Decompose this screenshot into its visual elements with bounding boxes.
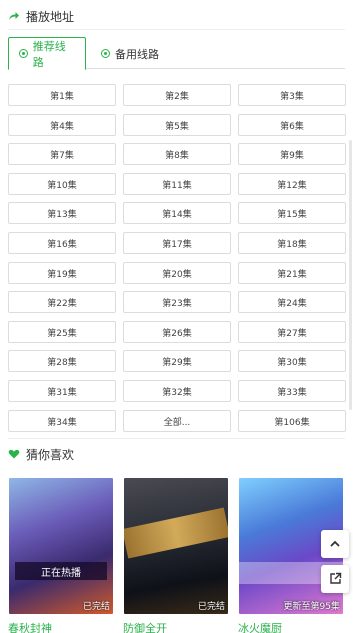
chevron-up-icon bbox=[329, 535, 341, 554]
episode-button[interactable]: 第31集 bbox=[8, 380, 116, 402]
status-badge: 已完结 bbox=[82, 602, 110, 612]
play-section-header: 播放地址 bbox=[8, 5, 74, 27]
divider bbox=[8, 438, 345, 439]
recommend-section-header: 猜你喜欢 bbox=[8, 443, 74, 465]
episode-button[interactable]: 第6集 bbox=[238, 114, 346, 136]
episode-button[interactable]: 第3集 bbox=[238, 84, 346, 106]
episode-button[interactable]: 第4集 bbox=[8, 114, 116, 136]
tab-label: 推荐线路 bbox=[32, 39, 66, 69]
scrollbar[interactable] bbox=[349, 140, 352, 410]
radio-icon bbox=[19, 49, 28, 58]
status-badge: 更新至第95集 bbox=[283, 602, 340, 612]
poster-image[interactable]: 正在热播 已完结 bbox=[9, 478, 113, 614]
episode-button[interactable]: 第26集 bbox=[123, 321, 231, 343]
recommend-title[interactable]: 春秋封神 bbox=[8, 620, 52, 633]
status-badge: 已完结 bbox=[197, 602, 225, 612]
episode-button[interactable]: 第12集 bbox=[238, 173, 346, 195]
recommend-title[interactable]: 防御全开 bbox=[123, 620, 167, 633]
poster-banner: 正在热播 bbox=[15, 562, 107, 580]
radio-icon bbox=[101, 49, 110, 58]
episode-button[interactable]: 第20集 bbox=[123, 262, 231, 284]
heart-icon bbox=[8, 448, 20, 460]
episode-button[interactable]: 第30集 bbox=[238, 350, 346, 372]
share-button[interactable] bbox=[321, 565, 349, 593]
recommend-card[interactable]: 正在热播 已完结 bbox=[9, 478, 113, 614]
tab-label: 备用线路 bbox=[115, 47, 159, 61]
episode-button[interactable]: 第1集 bbox=[8, 84, 116, 106]
poster-decoration bbox=[124, 507, 228, 559]
episode-button[interactable]: 第22集 bbox=[8, 291, 116, 313]
episode-button[interactable]: 第2集 bbox=[123, 84, 231, 106]
episode-button[interactable]: 第13集 bbox=[8, 202, 116, 224]
episode-button[interactable]: 第10集 bbox=[8, 173, 116, 195]
episode-button[interactable]: 第18集 bbox=[238, 232, 346, 254]
episode-button[interactable]: 第19集 bbox=[8, 262, 116, 284]
episode-button[interactable]: 第28集 bbox=[8, 350, 116, 372]
episode-button[interactable]: 第15集 bbox=[238, 202, 346, 224]
episode-button[interactable]: 第32集 bbox=[123, 380, 231, 402]
recommend-card[interactable]: 已完结 bbox=[124, 478, 228, 614]
tab-recommended-line[interactable]: 推荐线路 bbox=[8, 37, 86, 70]
episode-button[interactable]: 第29集 bbox=[123, 350, 231, 372]
episode-button[interactable]: 第14集 bbox=[123, 202, 231, 224]
episode-button[interactable]: 第11集 bbox=[123, 173, 231, 195]
scroll-top-button[interactable] bbox=[321, 530, 349, 558]
episode-button[interactable]: 第5集 bbox=[123, 114, 231, 136]
share-arrow-icon bbox=[8, 10, 20, 22]
episode-button[interactable]: 第33集 bbox=[238, 380, 346, 402]
share-icon bbox=[329, 570, 342, 589]
episode-button[interactable]: 第24集 bbox=[238, 291, 346, 313]
episode-button[interactable]: 第7集 bbox=[8, 143, 116, 165]
episode-button[interactable]: 第27集 bbox=[238, 321, 346, 343]
episode-button[interactable]: 第16集 bbox=[8, 232, 116, 254]
episode-button[interactable]: 全部... bbox=[123, 410, 231, 432]
poster-image[interactable]: 已完结 bbox=[124, 478, 228, 614]
episode-button[interactable]: 第34集 bbox=[8, 410, 116, 432]
episode-button[interactable]: 第106集 bbox=[238, 410, 346, 432]
episode-button[interactable]: 第8集 bbox=[123, 143, 231, 165]
episode-button[interactable]: 第17集 bbox=[123, 232, 231, 254]
divider bbox=[8, 29, 345, 30]
play-section-title: 播放地址 bbox=[26, 9, 75, 24]
recommend-title[interactable]: 冰火魔厨 bbox=[238, 620, 282, 633]
episode-button[interactable]: 第25集 bbox=[8, 321, 116, 343]
line-tabs: 推荐线路 备用线路 bbox=[8, 37, 345, 70]
episode-button[interactable]: 第21集 bbox=[238, 262, 346, 284]
episode-button[interactable]: 第9集 bbox=[238, 143, 346, 165]
episode-button[interactable]: 第23集 bbox=[123, 291, 231, 313]
tab-backup-line[interactable]: 备用线路 bbox=[91, 37, 169, 70]
recommend-section-title: 猜你喜欢 bbox=[26, 447, 75, 462]
